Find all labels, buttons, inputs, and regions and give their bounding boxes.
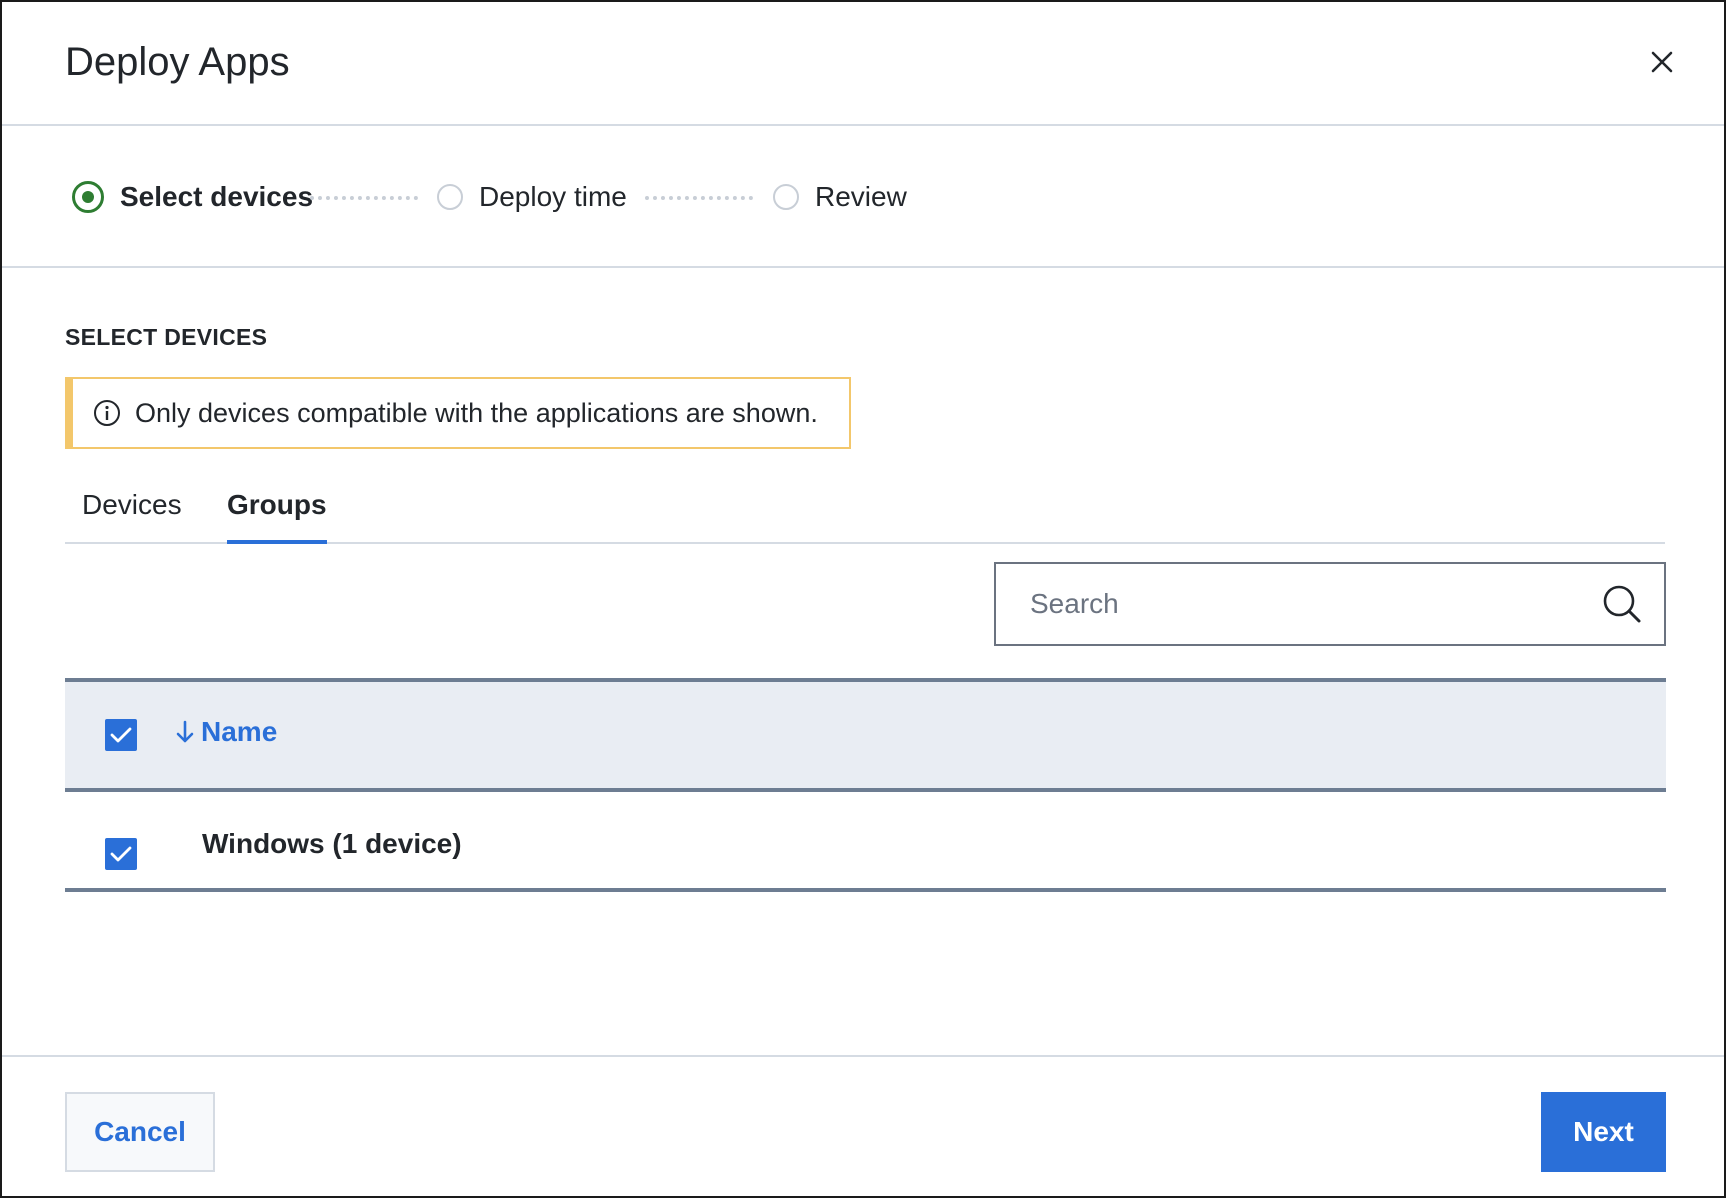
select-all-checkbox[interactable] [105,719,137,751]
step-pending-icon [437,184,463,210]
dialog-footer: Cancel Next [2,1055,1724,1198]
groups-table: Name Windows (1 device) [65,678,1666,892]
tab-groups[interactable]: Groups [227,480,327,544]
step-deploy-time: Deploy time [437,179,627,215]
section-title: SELECT DEVICES [65,324,268,350]
step-pending-icon [773,184,799,210]
sort-down-arrow-icon [175,720,195,744]
alert-text: Only devices compatible with the applica… [135,397,818,428]
step-label: Review [815,181,907,212]
step-indicator: Select devices Deploy time Review [2,126,1724,268]
tab-devices[interactable]: Devices [82,480,182,544]
compatibility-alert: Only devices compatible with the applica… [65,377,851,449]
step-label: Select devices [120,181,314,212]
table-header: Name [65,678,1666,792]
dialog-header: Deploy Apps [2,2,1724,126]
step-review: Review [773,179,907,215]
close-icon [1651,51,1673,73]
step-active-icon [72,181,104,213]
step-connector [310,196,418,200]
table-row[interactable]: Windows (1 device) [65,792,1666,892]
tab-bar: Devices Groups [65,472,1665,544]
close-button[interactable] [1642,42,1682,82]
step-label: Deploy time [479,181,627,212]
info-icon [94,400,120,426]
deploy-apps-dialog: Deploy Apps Select devices Deploy time R… [0,0,1726,1198]
column-header-name[interactable]: Name [175,716,277,748]
search-input[interactable] [1028,587,1600,621]
checkmark-icon [110,727,132,743]
dialog-title: Deploy Apps [65,40,290,84]
next-button[interactable]: Next [1541,1092,1666,1172]
row-checkbox[interactable] [105,838,137,870]
search-icon[interactable] [1600,582,1644,626]
column-header-label: Name [201,716,278,747]
search-box [994,562,1666,646]
step-select-devices: Select devices [72,179,313,215]
checkmark-icon [110,846,132,862]
cancel-button[interactable]: Cancel [65,1092,215,1172]
group-name: Windows (1 device) [202,828,462,859]
step-connector [645,196,753,200]
